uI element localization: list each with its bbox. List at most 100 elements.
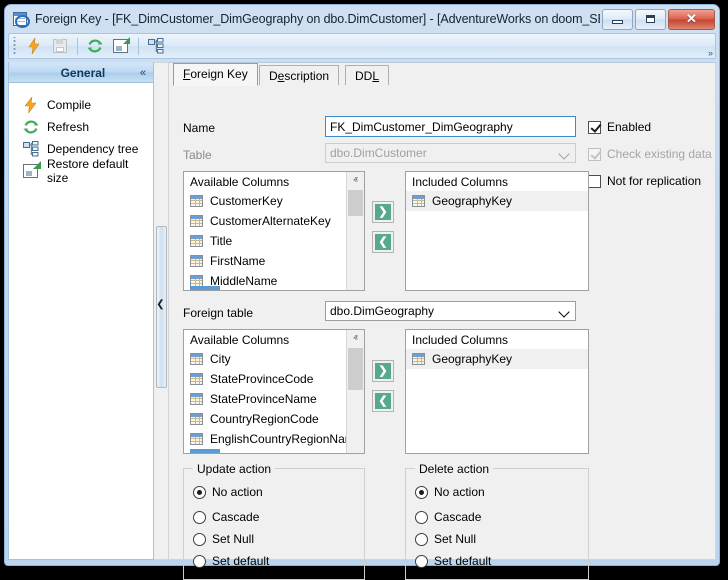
- delete-action-option-set-null[interactable]: Set Null: [415, 532, 476, 546]
- dependency-tree-toolbar-button[interactable]: [144, 35, 168, 57]
- collapse-chevron-icon[interactable]: «: [140, 68, 146, 78]
- delete-action-option-cascade[interactable]: Cascade: [415, 510, 481, 524]
- sidebar-splitter[interactable]: ❮: [154, 62, 168, 560]
- radio-label: Set Null: [212, 532, 254, 546]
- list-item[interactable]: CountryRegionCode: [184, 409, 364, 429]
- foreign-table-combobox-value: dbo.DimGeography: [330, 304, 559, 318]
- enabled-checkbox[interactable]: [588, 121, 601, 134]
- column-icon: [190, 373, 203, 385]
- radio-label: Set default: [434, 554, 491, 568]
- chevron-right-icon: ❯: [375, 363, 391, 379]
- list-item[interactable]: Title: [184, 231, 364, 251]
- scroll-down-icon[interactable]: ⱟ: [347, 273, 364, 290]
- list-item[interactable]: EnglishCountryRegionName: [184, 429, 364, 449]
- delete-action-title: Delete action: [415, 462, 493, 476]
- list-item-label: GeographyKey: [432, 352, 512, 366]
- delete-action-option-no-action[interactable]: No action: [415, 485, 485, 499]
- refresh-toolbar-button[interactable]: [83, 35, 107, 57]
- radio-button[interactable]: [415, 533, 428, 546]
- scroll-up-icon[interactable]: ⱏ: [347, 172, 364, 189]
- foreign-add-column-button[interactable]: ❯: [372, 360, 394, 382]
- title-bar[interactable]: Foreign Key - [FK_DimCustomer_DimGeograp…: [5, 5, 719, 33]
- tab-foreign-key[interactable]: Foreign Key: [173, 63, 258, 86]
- not-for-replication-checkbox[interactable]: [588, 175, 601, 188]
- lightning-bolt-icon: [29, 38, 39, 54]
- local-remove-column-button[interactable]: ❮: [372, 231, 394, 253]
- radio-label: No action: [212, 485, 263, 499]
- list-item-label: MiddleName: [210, 274, 277, 288]
- sidebar-item-label: Dependency tree: [47, 142, 138, 156]
- foreign-included-columns-list[interactable]: Included Columns GeographyKey: [405, 329, 589, 454]
- list-item[interactable]: StateProvinceName: [184, 389, 364, 409]
- tab-ddl[interactable]: DDL: [345, 65, 389, 86]
- scrollbar-thumb[interactable]: [348, 190, 363, 216]
- restore-window-icon: [22, 163, 40, 179]
- radio-button[interactable]: [193, 511, 206, 524]
- local-included-columns-list[interactable]: Included Columns GeographyKey: [405, 171, 589, 291]
- list-item[interactable]: City: [184, 349, 364, 369]
- sidebar-item-refresh[interactable]: Refresh: [9, 116, 153, 138]
- sidebar-item-compile[interactable]: Compile: [9, 94, 153, 116]
- toolbar-overflow-button[interactable]: »: [708, 50, 713, 57]
- toolbar-grip[interactable]: [12, 37, 18, 55]
- compile-toolbar-button[interactable]: [22, 35, 46, 57]
- name-input[interactable]: [325, 116, 576, 137]
- scrollbar-thumb[interactable]: [348, 348, 363, 390]
- list-item-label: EnglishCountryRegionName: [210, 432, 361, 446]
- radio-button[interactable]: [415, 555, 428, 568]
- radio-button[interactable]: [193, 486, 206, 499]
- update-action-option-set-null[interactable]: Set Null: [193, 532, 254, 546]
- local-included-columns-header: Included Columns: [406, 172, 588, 191]
- not-for-replication-checkbox-row[interactable]: Not for replication: [588, 174, 701, 188]
- list-item[interactable]: GeographyKey: [406, 191, 588, 211]
- local-available-columns-list[interactable]: Available Columns CustomerKey CustomerAl…: [183, 171, 365, 291]
- list-item[interactable]: FirstName: [184, 251, 364, 271]
- column-icon: [190, 393, 203, 405]
- sidebar-item-restore-default-size[interactable]: Restore default size: [9, 160, 153, 182]
- radio-button[interactable]: [415, 486, 428, 499]
- list-item[interactable]: GeographyKey: [406, 349, 588, 369]
- local-add-column-button[interactable]: ❯: [372, 201, 394, 223]
- radio-button[interactable]: [415, 511, 428, 524]
- list-item[interactable]: StateProvinceCode: [184, 369, 364, 389]
- column-icon: [190, 255, 203, 267]
- enabled-label: Enabled: [607, 120, 651, 134]
- delete-action-option-set-default[interactable]: Set default: [415, 554, 491, 568]
- scroll-up-icon[interactable]: ⱏ: [347, 330, 364, 347]
- radio-button[interactable]: [193, 533, 206, 546]
- sidebar-item-label: Compile: [47, 98, 91, 112]
- minimize-icon: [612, 20, 623, 24]
- save-toolbar-button: [48, 35, 72, 57]
- close-button[interactable]: ✕: [668, 9, 715, 30]
- maximize-button[interactable]: [635, 9, 666, 30]
- restore-default-size-toolbar-button[interactable]: [109, 35, 133, 57]
- enabled-checkbox-row[interactable]: Enabled: [588, 120, 651, 134]
- foreign-available-scrollbar[interactable]: ⱏ ⱟ: [346, 330, 364, 453]
- table-combobox: dbo.DimCustomer: [325, 143, 576, 163]
- foreign-available-columns-list[interactable]: Available Columns City StateProvinceCode…: [183, 329, 365, 454]
- radio-button[interactable]: [193, 555, 206, 568]
- splitter-collapse-chevron-icon[interactable]: ❮: [156, 298, 165, 312]
- scroll-down-icon[interactable]: ⱟ: [347, 436, 364, 453]
- dialog-body: General « Compile Refresh Dependency tre…: [8, 62, 716, 560]
- list-item[interactable]: CustomerAlternateKey: [184, 211, 364, 231]
- list-item[interactable]: CustomerKey: [184, 191, 364, 211]
- close-icon: ✕: [669, 10, 714, 29]
- sidebar-title: General: [16, 66, 140, 80]
- update-action-option-no-action[interactable]: No action: [193, 485, 263, 499]
- tab-description[interactable]: Description: [259, 65, 339, 86]
- foreign-remove-column-button[interactable]: ❮: [372, 390, 394, 412]
- list-item-label: City: [210, 352, 231, 366]
- update-action-groupbox: Update action No action Cascade Set Null: [183, 468, 365, 580]
- update-action-title: Update action: [193, 462, 275, 476]
- minimize-button[interactable]: [602, 9, 633, 30]
- update-action-option-cascade[interactable]: Cascade: [193, 510, 259, 524]
- list-item-label: Title: [210, 234, 232, 248]
- table-label: Table: [183, 148, 212, 162]
- foreign-table-combobox[interactable]: dbo.DimGeography: [325, 301, 576, 321]
- radio-label: Set default: [212, 554, 269, 568]
- toolbar: »: [8, 33, 716, 59]
- update-action-option-set-default[interactable]: Set default: [193, 554, 269, 568]
- save-icon: [53, 39, 67, 53]
- local-available-scrollbar[interactable]: ⱏ ⱟ: [346, 172, 364, 290]
